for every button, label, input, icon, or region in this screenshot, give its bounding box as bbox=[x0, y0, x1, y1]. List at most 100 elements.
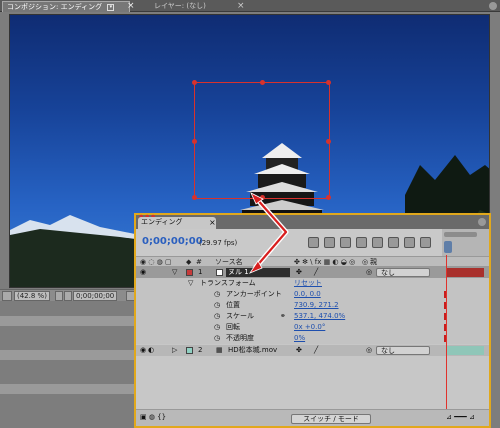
viewer-toolbar: (42.8 %) 0;00;00;00 bbox=[0, 289, 140, 301]
shy-switch-icon[interactable]: ✤ bbox=[296, 268, 302, 277]
property-name: アンカーポイント bbox=[226, 290, 282, 298]
property-row[interactable]: ◷ 位置 730.9, 271.2 bbox=[136, 300, 489, 311]
current-time-indicator[interactable] bbox=[444, 241, 452, 253]
tab-layer[interactable]: レイヤー: (なし) bbox=[150, 1, 210, 12]
transform-handle[interactable] bbox=[260, 80, 265, 85]
layer-name[interactable]: HD松本城.mov bbox=[228, 346, 277, 355]
layer-name-field[interactable]: ヌル 1 bbox=[226, 268, 290, 277]
mask-visibility-icon[interactable] bbox=[64, 291, 72, 301]
live-update-icon[interactable] bbox=[324, 237, 335, 248]
footer-toggle-icons[interactable]: ▣ ◍ {} bbox=[140, 413, 166, 421]
layer-row[interactable]: ◉ ▽ 1 ヌル 1 ✤ ╱ ◎ なし bbox=[136, 267, 489, 278]
transform-handle[interactable] bbox=[326, 195, 331, 200]
shy-layers-icon[interactable] bbox=[356, 237, 367, 248]
layer-row[interactable]: ◉ ◐ ▷ 2 ▦ HD松本城.mov ✤ ╱ ◎ なし bbox=[136, 345, 489, 356]
layer-duration-bar[interactable] bbox=[446, 268, 484, 277]
zoom-dropdown[interactable]: (42.8 %) bbox=[14, 291, 50, 301]
eye-icon[interactable]: ◉ bbox=[140, 346, 146, 355]
frame-rate: (29.97 fps) bbox=[199, 239, 238, 247]
triangle-expand-icon[interactable]: ▽ bbox=[172, 268, 177, 277]
quality-switch-icon[interactable]: ╱ bbox=[314, 268, 318, 277]
timeline-tab-label: エンディング bbox=[141, 218, 183, 226]
transform-reset-link[interactable]: リセット bbox=[294, 279, 322, 288]
timeline-panel: ● ● ● エンディング × 0;00;00;00 (29.97 fps) ◉ … bbox=[134, 213, 491, 428]
property-name: スケール bbox=[226, 312, 254, 320]
timeline-footer: ▣ ◍ {} スイッチ / モード ⊿ ━━━ ⊿ bbox=[136, 409, 489, 426]
close-icon[interactable]: × bbox=[237, 1, 245, 11]
layer-duration-bar[interactable] bbox=[446, 346, 484, 355]
column-source-name[interactable]: ソース名 bbox=[215, 258, 243, 267]
auto-keyframe-icon[interactable] bbox=[420, 237, 431, 248]
parent-dropdown[interactable]: なし bbox=[376, 346, 430, 355]
panel-menu-icon[interactable] bbox=[478, 218, 486, 226]
label-column-icon: ◆ bbox=[186, 258, 192, 266]
transform-handle[interactable] bbox=[192, 195, 197, 200]
stopwatch-icon[interactable]: ◷ bbox=[214, 323, 220, 332]
property-value[interactable]: 0.0, 0.0 bbox=[294, 290, 321, 299]
layer-type-icon bbox=[216, 269, 223, 276]
tab-ending[interactable]: エンディング × bbox=[138, 217, 216, 229]
panel-divider bbox=[0, 316, 136, 326]
layer-number: 2 bbox=[198, 346, 203, 354]
property-row[interactable]: ◷ 不透明度 0% bbox=[136, 333, 489, 344]
composition-tab-label: コンポジション: エンディング bbox=[7, 3, 103, 11]
tab-dropdown-icon[interactable]: ▾ bbox=[107, 3, 115, 11]
current-time[interactable]: 0;00;00;00 bbox=[142, 236, 203, 247]
close-icon[interactable]: × bbox=[209, 217, 216, 228]
time-navigator[interactable] bbox=[444, 232, 477, 237]
stopwatch-icon[interactable]: ◷ bbox=[214, 301, 220, 310]
pickwhip-icon[interactable]: ◎ bbox=[366, 268, 372, 277]
shy-switch-icon[interactable]: ✤ bbox=[296, 346, 302, 355]
parent-value: なし bbox=[381, 269, 395, 277]
draft-3d-icon[interactable] bbox=[340, 237, 351, 248]
switches-modes-button[interactable]: スイッチ / モード bbox=[291, 414, 371, 424]
property-value[interactable]: 0% bbox=[294, 334, 305, 343]
motion-blur-icon[interactable] bbox=[388, 237, 399, 248]
transform-handle[interactable] bbox=[260, 195, 265, 200]
triangle-expand-icon[interactable]: ▷ bbox=[172, 346, 177, 355]
footage-icon: ▦ bbox=[216, 346, 223, 354]
property-row[interactable]: ◷ アンカーポイント 0.0, 0.0 bbox=[136, 289, 489, 300]
safe-area-icon[interactable] bbox=[55, 291, 63, 301]
layer-tab-label: レイヤー: (なし) bbox=[154, 2, 206, 10]
zoom-slider-icon[interactable]: ⊿ ━━━ ⊿ bbox=[446, 413, 475, 421]
current-time-display[interactable]: 0;00;00;00 bbox=[73, 291, 118, 301]
transform-label: トランスフォーム bbox=[200, 279, 256, 287]
time-ruler[interactable] bbox=[442, 229, 489, 256]
panel-menu-icon[interactable] bbox=[489, 2, 497, 10]
transform-handle[interactable] bbox=[326, 80, 331, 85]
transform-handle[interactable] bbox=[192, 80, 197, 85]
property-value[interactable]: 730.9, 271.2 bbox=[294, 301, 339, 310]
transform-handle[interactable] bbox=[326, 139, 331, 144]
layer-name: ヌル 1 bbox=[228, 268, 249, 276]
transform-group-row[interactable]: ▽ トランスフォーム リセット bbox=[136, 278, 489, 289]
comp-mini-flowchart-icon[interactable] bbox=[308, 237, 319, 248]
property-row[interactable]: ◷ スケール ⚭ 537.1, 474.0% bbox=[136, 311, 489, 322]
pickwhip-icon[interactable]: ◎ bbox=[366, 346, 372, 355]
parent-dropdown[interactable]: なし bbox=[376, 268, 430, 277]
brainstorm-icon[interactable] bbox=[404, 237, 415, 248]
transform-handle[interactable] bbox=[192, 139, 197, 144]
label-color-swatch[interactable] bbox=[186, 347, 193, 354]
link-icon[interactable]: ⚭ bbox=[280, 312, 286, 321]
property-name: 位置 bbox=[226, 301, 240, 309]
stopwatch-icon[interactable]: ◷ bbox=[214, 334, 220, 343]
property-value[interactable]: 0x +0.0° bbox=[294, 323, 325, 332]
column-parent: 親 bbox=[370, 258, 377, 266]
panel-divider bbox=[0, 350, 136, 360]
eye-icon[interactable]: ◉ bbox=[140, 268, 146, 277]
stopwatch-icon[interactable]: ◷ bbox=[214, 312, 220, 321]
property-row[interactable]: ◷ 回転 0x +0.0° bbox=[136, 322, 489, 333]
null-layer-bounding-box[interactable] bbox=[192, 80, 331, 200]
label-color-swatch[interactable] bbox=[186, 269, 193, 276]
property-value[interactable]: 537.1, 474.0% bbox=[294, 312, 345, 321]
audio-icon[interactable]: ◐ bbox=[148, 346, 154, 355]
tab-composition[interactable]: コンポジション: エンディング ▾ bbox=[2, 1, 130, 12]
quality-switch-icon[interactable]: ╱ bbox=[314, 346, 318, 355]
close-icon[interactable]: × bbox=[127, 1, 135, 11]
switches-icons: ✤ ✻ \ fx ▦ ◐ ◒ ◎ bbox=[294, 258, 356, 266]
stopwatch-icon[interactable]: ◷ bbox=[214, 290, 220, 299]
triangle-expand-icon[interactable]: ▽ bbox=[188, 279, 193, 288]
always-preview-icon[interactable] bbox=[2, 291, 12, 301]
frame-blending-icon[interactable] bbox=[372, 237, 383, 248]
